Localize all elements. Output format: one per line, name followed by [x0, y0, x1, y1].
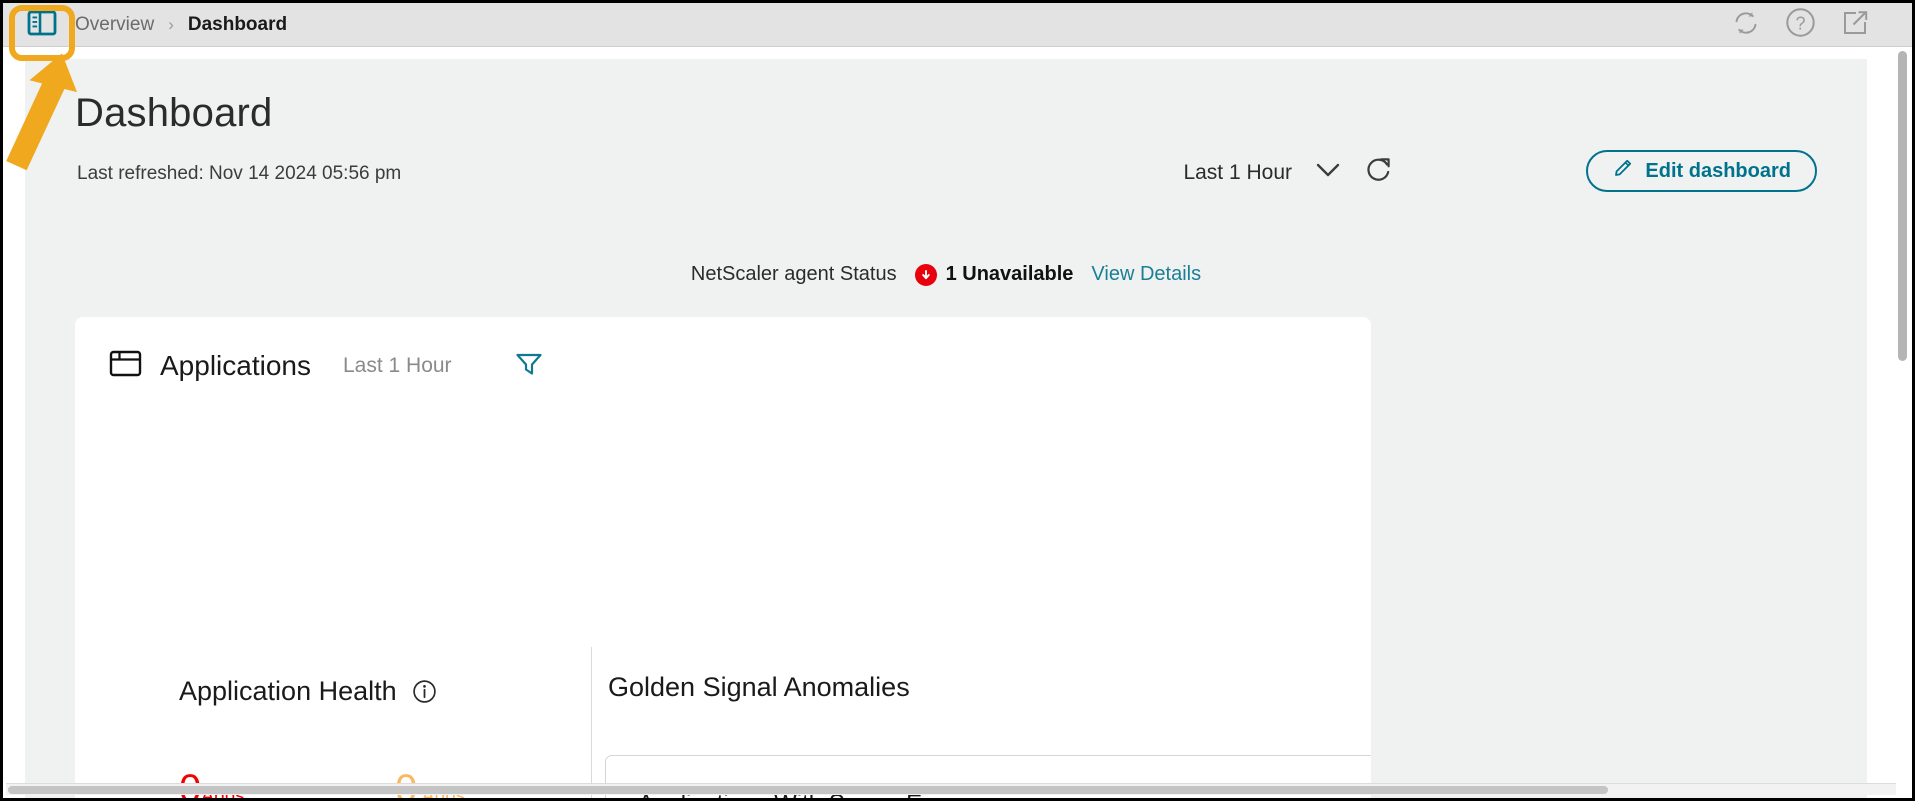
application-health-label: Application Health	[179, 676, 397, 706]
sync-icon[interactable]	[1731, 8, 1761, 43]
last-refreshed-text: Last refreshed: Nov 14 2024 05:56 pm	[77, 163, 402, 184]
time-filter-control: Last 1 Hour	[1183, 155, 1394, 190]
topbar-actions: ?	[1731, 3, 1870, 47]
applications-card: Applications Last 1 Hour Application Hea…	[75, 317, 1371, 798]
svg-text:?: ?	[1795, 14, 1805, 34]
applications-card-time-range: Last 1 Hour	[342, 354, 452, 377]
page-title: Dashboard	[75, 91, 273, 135]
time-filter-label[interactable]: Last 1 Hour	[1183, 161, 1292, 185]
chevron-down-icon[interactable]	[1312, 159, 1344, 186]
app-window: Overview › Dashboard ? Dashboard Last re…	[0, 0, 1915, 801]
agent-status-count: 1 Unavailable	[945, 263, 1074, 285]
golden-signal-anomalies-title: Golden Signal Anomalies	[608, 672, 910, 702]
help-icon[interactable]: ?	[1785, 7, 1816, 43]
agent-status-bar: NetScaler agent Status 1 Unavailable Vie…	[25, 263, 1867, 286]
info-circle-icon[interactable]	[412, 676, 437, 715]
breadcrumb-item-overview[interactable]: Overview	[75, 14, 154, 36]
top-navigation-bar: Overview › Dashboard ?	[3, 3, 1912, 47]
horizontal-scrollbar-thumb[interactable]	[8, 786, 1608, 794]
sidebar-toggle-button[interactable]	[19, 8, 64, 42]
breadcrumb-separator-icon: ›	[168, 15, 174, 34]
edit-dashboard-label: Edit dashboard	[1645, 159, 1791, 182]
breadcrumb: Overview › Dashboard	[75, 3, 287, 47]
window-app-icon	[109, 349, 142, 383]
pencil-icon	[1612, 157, 1634, 185]
applications-card-title: Applications	[160, 350, 311, 381]
edit-dashboard-button[interactable]: Edit dashboard	[1586, 150, 1817, 192]
page-content: Dashboard Last refreshed: Nov 14 2024 05…	[25, 59, 1867, 798]
sidebar-toggle-icon	[27, 10, 57, 41]
external-link-icon[interactable]	[1840, 8, 1870, 43]
application-health-title: Application Health	[179, 672, 449, 715]
view-details-link[interactable]: View Details	[1091, 263, 1201, 286]
refresh-icon[interactable]	[1364, 155, 1394, 190]
vertical-scrollbar-thumb[interactable]	[1898, 51, 1907, 361]
page-container: Dashboard Last refreshed: Nov 14 2024 05…	[3, 47, 1867, 798]
vertical-scrollbar[interactable]	[1895, 49, 1909, 798]
horizontal-scrollbar[interactable]	[6, 783, 1896, 795]
card-column-divider	[591, 647, 592, 798]
agent-status-label: NetScaler agent Status	[690, 263, 897, 285]
down-arrow-icon	[914, 263, 937, 286]
breadcrumb-item-dashboard: Dashboard	[187, 14, 288, 35]
agent-status-badge: 1 Unavailable	[914, 263, 1074, 286]
filter-funnel-icon[interactable]	[514, 350, 544, 383]
applications-card-header: Applications Last 1 Hour	[109, 349, 544, 383]
